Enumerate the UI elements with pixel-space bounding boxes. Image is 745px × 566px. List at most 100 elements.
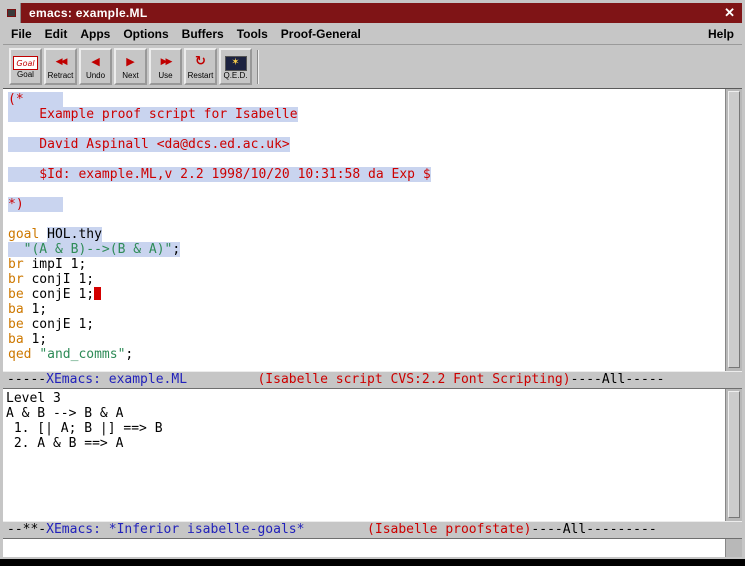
code-segment: David Aspinall <da@dcs.ed.ac.uk>	[8, 137, 290, 152]
modeline-segment	[187, 372, 257, 387]
menubar: File Edit Apps Options Buffers Tools Proof-Gen…	[3, 23, 742, 45]
desktop-background	[0, 559, 745, 566]
menu-apps[interactable]: Apps	[80, 27, 110, 41]
code-segment: be	[8, 287, 24, 302]
goal-icon: Goal	[13, 56, 37, 70]
window-menu-icon	[7, 9, 16, 17]
code-segment: qed	[8, 347, 31, 362]
goals-line: Level 3	[6, 391, 725, 406]
code-segment: br	[8, 272, 24, 287]
code-segment	[8, 242, 24, 257]
code-line: goal HOL.thy	[8, 227, 725, 242]
titlebar[interactable]: emacs: example.ML ✕	[3, 3, 742, 23]
modeline-segment: (Isabelle proofstate)	[367, 522, 531, 537]
modeline-segment: -----	[7, 372, 46, 387]
modeline-segment: XEmacs: example.ML	[46, 372, 187, 387]
code-segment: ;	[172, 242, 180, 257]
code-line: Example proof script for Isabelle	[8, 107, 725, 122]
menu-proof-general[interactable]: Proof-General	[281, 27, 361, 41]
toolbar-button-q-e-d[interactable]: ✶Q.E.D.	[219, 48, 252, 85]
close-icon[interactable]: ✕	[717, 5, 742, 21]
toolbar-button-label: Retract	[48, 71, 74, 80]
code-segment	[39, 227, 47, 242]
code-segment: HOL.thy	[47, 227, 102, 242]
code-line: qed "and_comms";	[8, 347, 725, 362]
toolbar-button-label: Undo	[86, 71, 105, 80]
code-segment: Example proof script for Isabelle	[8, 107, 298, 122]
code-line: *)	[8, 197, 725, 212]
retract-icon: ◀◀	[56, 53, 66, 71]
code-segment: 1;	[24, 302, 47, 317]
code-segment: br	[8, 257, 24, 272]
code-line: ba 1;	[8, 332, 725, 347]
goals-line: 2. A & B ==> A	[6, 436, 725, 451]
editor-row: (* Example proof script for Isabelle Dav…	[3, 89, 742, 371]
code-line	[8, 182, 725, 197]
menu-help[interactable]: Help	[708, 27, 734, 41]
code-line: be conjE 1;	[8, 317, 725, 332]
toolbar-button-use[interactable]: ▶▶Use	[149, 48, 182, 85]
code-segment: ;	[125, 347, 133, 362]
text-cursor	[94, 287, 101, 300]
toolbar-button-next[interactable]: ▶Next	[114, 48, 147, 85]
code-segment: conjI 1;	[24, 272, 94, 287]
minibuffer-row	[3, 539, 742, 557]
modeline-2: --**-XEmacs: *Inferior isabelle-goals* (…	[3, 521, 742, 539]
toolbar: GoalGoal◀◀Retract◀Undo▶Next▶▶Use↻Restart…	[3, 45, 742, 89]
goals-scrollbar-thumb[interactable]	[728, 391, 740, 518]
modeline-segment: --**-	[7, 522, 46, 537]
toolbar-button-label: Q.E.D.	[223, 71, 247, 80]
toolbar-button-goal[interactable]: GoalGoal	[9, 48, 42, 85]
use-icon: ▶▶	[161, 53, 171, 71]
code-segment: "(A & B)-->(B & A)"	[24, 242, 173, 257]
code-segment: 1;	[24, 332, 47, 347]
goals-line: 1. [| A; B |] ==> B	[6, 421, 725, 436]
menu-tools[interactable]: Tools	[237, 27, 268, 41]
editor-scrollbar[interactable]	[725, 89, 742, 371]
code-segment: be	[8, 317, 24, 332]
modeline-segment: XEmacs: *Inferior isabelle-goals*	[46, 522, 304, 537]
code-segment: $Id: example.ML,v 2.2 1998/10/20 10:31:5…	[8, 167, 431, 182]
code-line: David Aspinall <da@dcs.ed.ac.uk>	[8, 137, 725, 152]
goals-buffer[interactable]: Level 3A & B --> B & A 1. [| A; B |] ==>…	[3, 389, 725, 521]
toolbar-separator	[257, 50, 259, 84]
code-line: be conjE 1;	[8, 287, 725, 302]
toolbar-button-restart[interactable]: ↻Restart	[184, 48, 217, 85]
code-segment: impI 1;	[24, 257, 87, 272]
toolbar-button-label: Use	[158, 71, 172, 80]
code-segment: conjE 1;	[24, 287, 94, 302]
scrollbar-corner	[725, 539, 742, 557]
toolbar-button-label: Goal	[17, 70, 34, 79]
code-segment: (*	[8, 92, 63, 107]
menu-options[interactable]: Options	[123, 27, 168, 41]
editor-buffer[interactable]: (* Example proof script for Isabelle Dav…	[3, 89, 725, 371]
minibuffer[interactable]	[3, 539, 725, 557]
toolbar-button-label: Restart	[188, 71, 214, 80]
code-line: "(A & B)-->(B & A)";	[8, 242, 725, 257]
goals-line: A & B --> B & A	[6, 406, 725, 421]
code-segment: *)	[8, 197, 63, 212]
code-line: br impI 1;	[8, 257, 725, 272]
qed-icon: ✶	[225, 56, 247, 71]
modeline-segment: (Isabelle script CVS:2.2 Font Scripting)	[257, 372, 570, 387]
modeline-segment	[304, 522, 367, 537]
code-segment: "and_comms"	[39, 347, 125, 362]
code-segment: ba	[8, 302, 24, 317]
window-menu-button[interactable]	[3, 3, 21, 23]
menu-file[interactable]: File	[11, 27, 32, 41]
code-line	[8, 212, 725, 227]
goals-row: Level 3A & B --> B & A 1. [| A; B |] ==>…	[3, 389, 742, 521]
menu-buffers[interactable]: Buffers	[182, 27, 224, 41]
modeline-1: -----XEmacs: example.ML (Isabelle script…	[3, 371, 742, 389]
goals-scrollbar[interactable]	[725, 389, 742, 521]
next-icon: ▶	[126, 53, 134, 71]
window-title: emacs: example.ML	[21, 6, 717, 20]
menu-edit[interactable]: Edit	[45, 27, 68, 41]
xemacs-window: emacs: example.ML ✕ File Edit Apps Options B…	[0, 0, 745, 559]
restart-icon: ↻	[195, 53, 206, 71]
toolbar-button-retract[interactable]: ◀◀Retract	[44, 48, 77, 85]
toolbar-button-label: Next	[122, 71, 138, 80]
editor-scrollbar-thumb[interactable]	[728, 91, 740, 368]
toolbar-button-undo[interactable]: ◀Undo	[79, 48, 112, 85]
code-line: (*	[8, 92, 725, 107]
